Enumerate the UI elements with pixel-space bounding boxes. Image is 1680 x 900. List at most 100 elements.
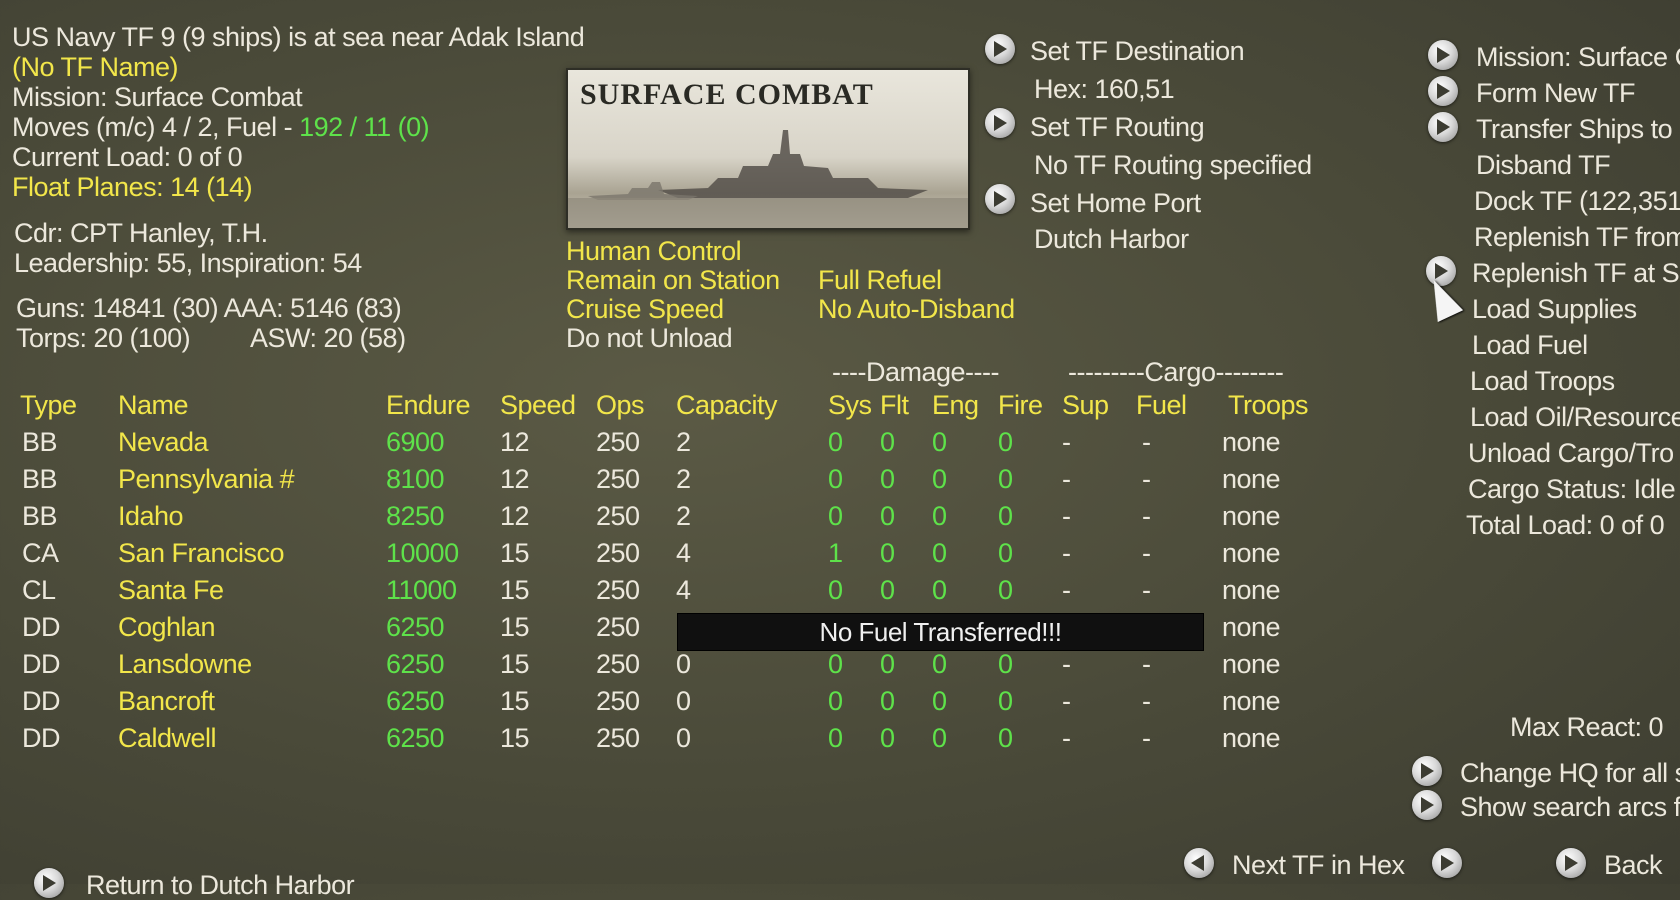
ship-fire: 0 xyxy=(998,575,1013,605)
status-refuel[interactable]: Full Refuel xyxy=(818,265,942,295)
column-header-sys[interactable]: Sys xyxy=(828,390,872,420)
replenish-from-button[interactable]: Replenish TF from xyxy=(1474,222,1680,252)
search-arcs-arrow-icon[interactable] xyxy=(1412,790,1442,820)
mission-picture: SURFACE COMBAT xyxy=(566,68,970,230)
ship-name[interactable]: Lansdowne xyxy=(118,649,252,679)
ship-troops: none xyxy=(1222,575,1281,605)
ship-type: BB xyxy=(22,501,58,531)
replenish-at-sea-button[interactable]: Replenish TF at Se xyxy=(1472,258,1680,288)
ship-speed: 15 xyxy=(500,686,530,716)
unload-cargo-button[interactable]: Unload Cargo/Tro xyxy=(1468,438,1674,468)
ship-name[interactable]: Caldwell xyxy=(118,723,217,753)
set-destination-arrow-icon[interactable] xyxy=(985,34,1015,64)
change-hq-arrow-icon[interactable] xyxy=(1412,756,1442,786)
tf-commander[interactable]: Cdr: CPT Hanley, T.H. xyxy=(14,218,268,248)
status-control[interactable]: Human Control xyxy=(566,236,742,266)
column-header-speed[interactable]: Speed xyxy=(500,390,576,420)
next-tf-in-hex-button[interactable]: Next TF in Hex xyxy=(1232,850,1405,880)
ship-sup: - xyxy=(1062,427,1071,457)
ship-name[interactable]: San Francisco xyxy=(118,538,285,568)
status-disband[interactable]: No Auto-Disband xyxy=(818,294,1015,324)
tf-guns: Guns: 14841 (30) AAA: 5146 (83) xyxy=(16,293,402,323)
return-home-button[interactable]: Return to Dutch Harbor xyxy=(86,870,355,900)
column-header-fire[interactable]: Fire xyxy=(998,390,1043,420)
ship-type: DD xyxy=(22,612,61,642)
load-supplies-button[interactable]: Load Supplies xyxy=(1472,294,1637,324)
back-arrow-icon[interactable] xyxy=(1556,848,1586,878)
return-home-arrow-icon[interactable] xyxy=(34,868,64,898)
routing-status: No TF Routing specified xyxy=(1034,150,1312,180)
ship-speed: 15 xyxy=(500,723,530,753)
ship-eng: 0 xyxy=(932,427,947,457)
ship-fuel: - xyxy=(1142,575,1151,605)
transfer-arrow-icon[interactable] xyxy=(1428,112,1458,142)
ship-speed: 15 xyxy=(500,649,530,679)
ship-name[interactable]: Bancroft xyxy=(118,686,215,716)
status-station[interactable]: Remain on Station xyxy=(566,265,780,295)
column-header-troops[interactable]: Troops xyxy=(1228,390,1309,420)
ship-type: CA xyxy=(22,538,59,568)
ship-sup: - xyxy=(1062,686,1071,716)
load-fuel-button[interactable]: Load Fuel xyxy=(1472,330,1588,360)
ship-ops: 250 xyxy=(596,538,640,568)
previous-tf-arrow-icon[interactable] xyxy=(1184,848,1214,878)
ship-type: BB xyxy=(22,427,58,457)
ship-fuel: - xyxy=(1142,427,1151,457)
ship-name[interactable]: Pennsylvania # xyxy=(118,464,295,494)
ship-fire: 0 xyxy=(998,464,1013,494)
status-unload[interactable]: Do not Unload xyxy=(566,323,733,353)
column-header-flt[interactable]: Flt xyxy=(880,390,909,420)
ship-capacity: 2 xyxy=(676,501,691,531)
column-header-endure[interactable]: Endure xyxy=(386,390,471,420)
column-header-eng[interactable]: Eng xyxy=(932,390,979,420)
ship-type: CL xyxy=(22,575,56,605)
ship-name[interactable]: Idaho xyxy=(118,501,184,531)
load-troops-button[interactable]: Load Troops xyxy=(1470,366,1615,396)
ship-sup: - xyxy=(1062,501,1071,531)
column-header-capacity[interactable]: Capacity xyxy=(676,390,778,420)
ship-ops: 250 xyxy=(596,427,640,457)
mission-button[interactable]: Mission: Surface C xyxy=(1476,42,1680,72)
ship-endure: 6250 xyxy=(386,723,445,753)
ship-ops: 250 xyxy=(596,575,640,605)
cargo-status: Cargo Status: Idle xyxy=(1468,474,1676,504)
ship-name[interactable]: Nevada xyxy=(118,427,209,457)
next-tf-arrow-icon[interactable] xyxy=(1432,848,1462,878)
max-react: Max React: 0 xyxy=(1510,712,1664,742)
mission-arrow-icon[interactable] xyxy=(1428,40,1458,70)
set-destination-button[interactable]: Set TF Destination xyxy=(1030,36,1245,66)
form-new-arrow-icon[interactable] xyxy=(1428,76,1458,106)
mouse-cursor-icon xyxy=(1420,273,1464,323)
status-speed[interactable]: Cruise Speed xyxy=(566,294,724,324)
ship-capacity: 4 xyxy=(676,575,691,605)
ship-speed: 12 xyxy=(500,427,530,457)
ship-sup: - xyxy=(1062,464,1071,494)
set-home-port-arrow-icon[interactable] xyxy=(985,184,1015,214)
column-header-sup[interactable]: Sup xyxy=(1062,390,1109,420)
column-header-ops[interactable]: Ops xyxy=(596,390,645,420)
form-new-tf-button[interactable]: Form New TF xyxy=(1476,78,1636,108)
column-header-type[interactable]: Type xyxy=(20,390,77,420)
ship-fuel: - xyxy=(1142,649,1151,679)
ship-name[interactable]: Santa Fe xyxy=(118,575,224,605)
change-hq-button[interactable]: Change HQ for all s xyxy=(1460,758,1680,788)
set-home-port-button[interactable]: Set Home Port xyxy=(1030,188,1201,218)
ship-name[interactable]: Coghlan xyxy=(118,612,216,642)
transfer-ships-button[interactable]: Transfer Ships to xyxy=(1476,114,1673,144)
column-header-name[interactable]: Name xyxy=(118,390,189,420)
set-routing-button[interactable]: Set TF Routing xyxy=(1030,112,1205,142)
home-port: Dutch Harbor xyxy=(1034,224,1189,254)
set-routing-arrow-icon[interactable] xyxy=(985,108,1015,138)
back-button[interactable]: Back xyxy=(1604,850,1663,880)
ship-capacity: 2 xyxy=(676,464,691,494)
load-oil-button[interactable]: Load Oil/Resource xyxy=(1470,402,1680,432)
cargo-group-header: ---------Cargo-------- xyxy=(1068,357,1284,387)
disband-tf-button[interactable]: Disband TF xyxy=(1476,150,1611,180)
show-search-arcs-button[interactable]: Show search arcs fo xyxy=(1460,792,1680,822)
ship-eng: 0 xyxy=(932,649,947,679)
ship-sup: - xyxy=(1062,575,1071,605)
column-header-fuel[interactable]: Fuel xyxy=(1136,390,1187,420)
dock-tf-button[interactable]: Dock TF (122,351 xyxy=(1474,186,1680,216)
ship-capacity: 0 xyxy=(676,649,691,679)
ship-fuel: - xyxy=(1142,464,1151,494)
